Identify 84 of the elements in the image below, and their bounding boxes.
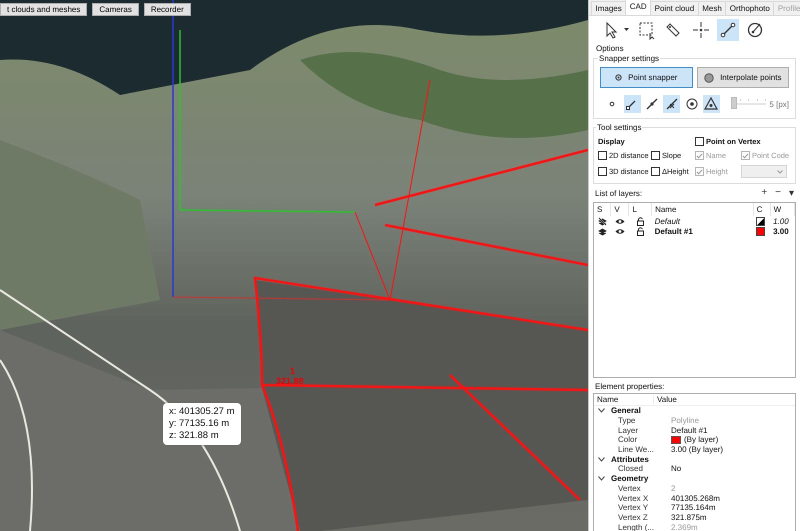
property-name: Line We... <box>617 445 655 454</box>
slider-reading: 5 [px] <box>769 100 789 108</box>
property-name: Length (... <box>617 522 656 531</box>
checkbox[interactable] <box>598 167 607 176</box>
line-tool-button[interactable] <box>717 19 739 41</box>
tab[interactable]: Orthophoto <box>725 1 774 15</box>
layer-action-button[interactable]: − <box>775 187 781 199</box>
snap-mode-button[interactable]: Interpolate points <box>696 67 789 88</box>
caret-icon <box>624 28 629 32</box>
coordinate-text: y: 77135.16 m <box>169 418 230 430</box>
line-icon <box>718 20 738 40</box>
property-value: 77135.164m <box>671 503 716 512</box>
layer-action-button[interactable]: ▾ <box>789 187 794 199</box>
snap-center-icon <box>684 96 700 112</box>
property-value: Polyline <box>671 416 700 426</box>
color-swatch[interactable] <box>756 226 766 236</box>
point-index: 1 <box>290 366 296 376</box>
snap-mode-button[interactable]: Point snapper <box>600 67 692 88</box>
crosshair-icon <box>691 20 711 40</box>
group-title: Tool settings <box>596 123 642 132</box>
property-value: Default #1 <box>671 426 708 435</box>
column-header: Value <box>656 395 677 404</box>
property-name: Layer <box>617 426 640 435</box>
layer-name: Default <box>654 216 680 226</box>
layer-row[interactable]: Default 1.00 <box>594 216 794 226</box>
property-group[interactable]: Attributes <box>611 454 649 464</box>
property-value: 3.00 (By layer) <box>671 445 724 454</box>
property-group[interactable]: General <box>611 406 641 416</box>
column-header: Name <box>594 395 654 404</box>
line-width: 3.00 <box>773 226 789 236</box>
property-value: No <box>671 464 682 474</box>
snap-endpoint-toggle[interactable] <box>624 95 641 113</box>
property-group[interactable]: Geometry <box>611 474 648 484</box>
section-label: Options <box>595 43 625 54</box>
circle-measure-icon <box>745 20 765 40</box>
property-name: Type <box>617 416 636 426</box>
tab[interactable]: CAD <box>625 0 652 15</box>
crosshair-tool-button[interactable] <box>690 19 712 41</box>
snap-radius-slider[interactable] <box>730 96 766 112</box>
color-swatch[interactable] <box>756 216 766 226</box>
column-header: L <box>632 205 637 214</box>
property-value: 2 <box>671 484 676 493</box>
property-value: 2.369m <box>671 522 698 531</box>
slider-thumb[interactable] <box>730 97 737 109</box>
toolbar-button[interactable]: Recorder <box>144 3 191 16</box>
snap-triangle-toggle[interactable] <box>703 95 720 113</box>
column-header: Name <box>655 205 676 214</box>
property-value: 321.875m <box>671 512 707 522</box>
coordinate-text: z: 321.88 m <box>169 430 220 442</box>
checkbox[interactable] <box>651 151 660 160</box>
layer-row[interactable]: Default #1 3.00 <box>594 226 794 236</box>
property-name: Closed <box>617 464 644 474</box>
snap-nearest-toggle[interactable] <box>663 95 680 113</box>
property-name: Color <box>617 435 638 444</box>
column-header: C <box>756 205 762 214</box>
property-name: Vertex Z <box>617 512 649 522</box>
layer-name: Default #1 <box>654 226 693 236</box>
checkbox[interactable] <box>598 151 607 160</box>
snap-triangle-icon <box>703 96 720 112</box>
snap-midpoint-icon <box>644 96 660 112</box>
rect-select-icon <box>637 20 657 40</box>
column-header: V <box>614 205 620 214</box>
tab[interactable]: Images <box>591 1 626 15</box>
group-title: Snapper settings <box>598 54 660 63</box>
checkbox[interactable] <box>651 167 660 176</box>
property-name: Vertex Y <box>617 503 650 512</box>
column-header: S <box>597 205 602 214</box>
caret-icon <box>777 170 783 174</box>
coordinate-text: x: 401305.27 m <box>169 406 234 418</box>
section-label: Element properties: <box>594 381 666 393</box>
property-value: 401305.268m <box>671 494 720 503</box>
toolbar-button[interactable]: t clouds and meshes <box>0 3 88 16</box>
target-icon <box>615 74 622 81</box>
checkbox[interactable] <box>695 137 704 146</box>
line-width: 1.00 <box>773 216 789 226</box>
layer-action-button[interactable]: + <box>761 187 768 199</box>
section-label: List of layers: <box>595 188 642 198</box>
property-value: (By layer) <box>684 435 718 444</box>
circle-icon <box>704 72 714 82</box>
toolbar-button[interactable]: Cameras <box>92 3 139 16</box>
property-name: Vertex X <box>617 494 650 503</box>
column-header: W <box>774 205 782 214</box>
point-label: 321.88 <box>276 376 304 386</box>
property-name: Vertex <box>617 484 642 493</box>
